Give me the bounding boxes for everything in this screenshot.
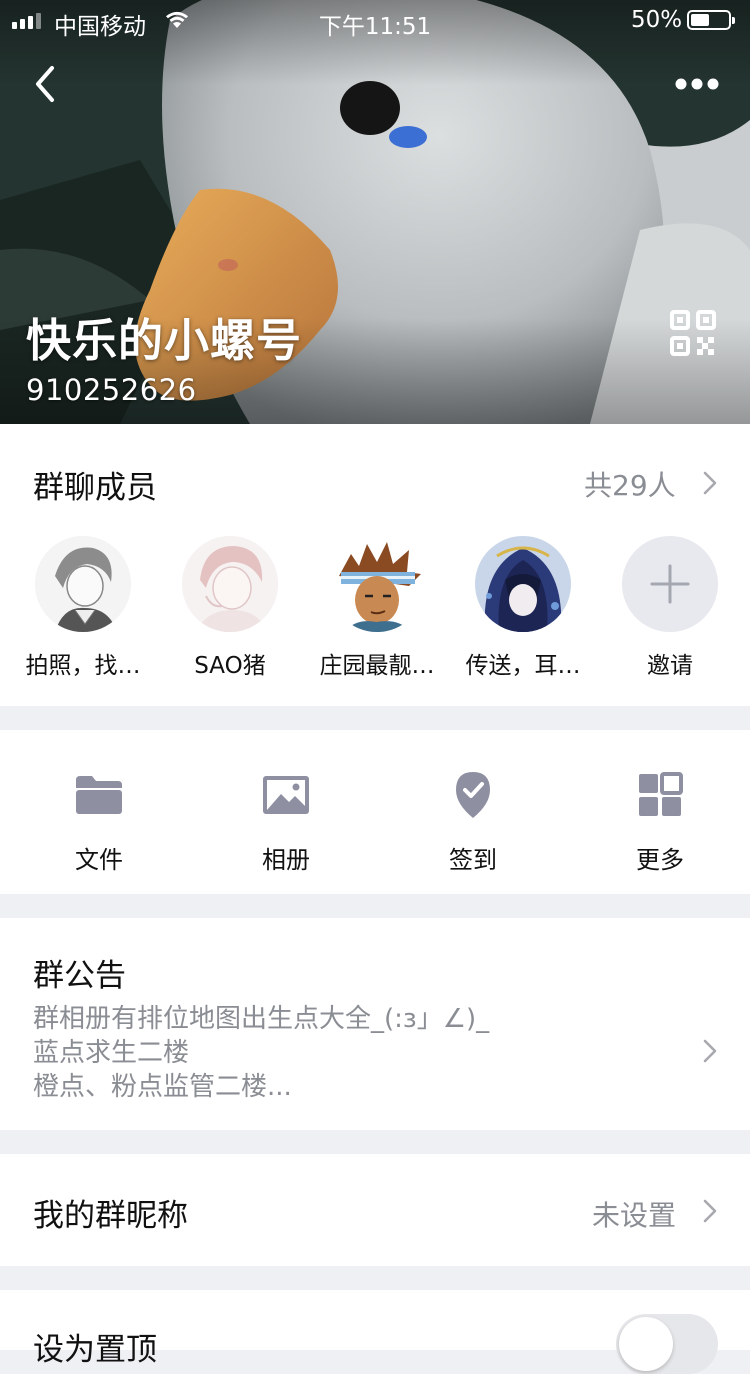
tool-label: 相册: [262, 846, 310, 874]
chevron-left-icon: [36, 66, 54, 102]
announcement-title: 群公告: [33, 958, 126, 994]
tool-checkin-button[interactable]: 签到: [413, 770, 533, 875]
group-header: 中国移动 下午11:51 50% 快乐的小螺号 910252626: [0, 0, 750, 424]
checkin-pin-icon: [456, 772, 490, 818]
avatar: [35, 536, 131, 632]
member-count: 共29人: [584, 469, 676, 502]
member-name: SAO猪: [194, 653, 266, 679]
add-member-circle: [622, 536, 718, 632]
pin-toggle[interactable]: [616, 1314, 718, 1374]
tool-label: 文件: [75, 846, 123, 874]
member-count-link[interactable]: 共29人: [560, 454, 750, 510]
pin-title: 设为置顶: [33, 1332, 157, 1368]
members-section: 群聊成员 共29人 拍照，找… SAO猪 庄园最靓… 传送，耳… 邀请: [0, 424, 750, 706]
announcement-line: 蓝点求生二楼: [33, 1038, 190, 1068]
announcement-preview: 群相册有排位地图出生点大全_(:з」∠)_ 蓝点求生二楼 橙点、粉点监管二楼..…: [33, 1002, 489, 1104]
member-item[interactable]: 拍照，找…: [13, 536, 153, 680]
battery-percent: 50%: [631, 7, 683, 33]
folder-icon: [76, 776, 122, 814]
member-name: 庄园最靓…: [319, 653, 435, 679]
members-title: 群聊成员: [33, 470, 157, 506]
qr-code-icon: [670, 310, 716, 356]
group-announcement[interactable]: 群公告 群相册有排位地图出生点大全_(:з」∠)_ 蓝点求生二楼 橙点、粉点监管…: [0, 918, 750, 1130]
pin-to-top-row: 设为置顶: [0, 1290, 750, 1374]
tool-more-button[interactable]: 更多: [600, 770, 720, 875]
avatar: [475, 536, 571, 632]
more-options-button[interactable]: [672, 70, 722, 98]
chevron-right-icon: [703, 1199, 717, 1223]
back-button[interactable]: [28, 62, 64, 106]
ellipsis-icon: [675, 78, 719, 90]
plus-icon: [650, 564, 690, 604]
announcement-line: 橙点、粉点监管二楼...: [33, 1072, 292, 1102]
invite-label: 邀请: [647, 653, 693, 679]
qr-code-button[interactable]: [670, 310, 716, 356]
toggle-knob: [619, 1317, 673, 1371]
group-name: 快乐的小螺号: [26, 314, 303, 367]
tool-album-button[interactable]: 相册: [226, 770, 346, 875]
member-item[interactable]: 传送，耳…: [453, 536, 593, 680]
invite-button[interactable]: 邀请: [600, 536, 740, 680]
announcement-line: 群相册有排位地图出生点大全_(:з」∠)_: [33, 1004, 490, 1034]
member-name: 拍照，找…: [25, 653, 141, 679]
grid-icon: [639, 772, 683, 816]
group-tools-section: 文件 相册 签到 更多: [0, 730, 750, 894]
member-name: 传送，耳…: [465, 653, 581, 679]
image-icon: [263, 776, 309, 814]
member-item[interactable]: 庄园最靓…: [307, 536, 447, 680]
status-bar: 中国移动 下午11:51 50%: [0, 0, 750, 40]
avatar: [329, 536, 425, 632]
battery-icon: [687, 10, 735, 30]
tool-files-button[interactable]: 文件: [39, 770, 159, 875]
tool-label: 更多: [636, 846, 684, 874]
my-group-nickname-row[interactable]: 我的群昵称 未设置: [0, 1154, 750, 1266]
tool-label: 签到: [449, 846, 497, 874]
nickname-title: 我的群昵称: [33, 1198, 188, 1234]
avatar: [182, 536, 278, 632]
chevron-right-icon: [703, 471, 717, 495]
chevron-right-icon: [703, 1039, 717, 1063]
group-number: 910252626: [26, 373, 197, 407]
member-item[interactable]: SAO猪: [160, 536, 300, 680]
nickname-value: 未设置: [592, 1199, 677, 1232]
